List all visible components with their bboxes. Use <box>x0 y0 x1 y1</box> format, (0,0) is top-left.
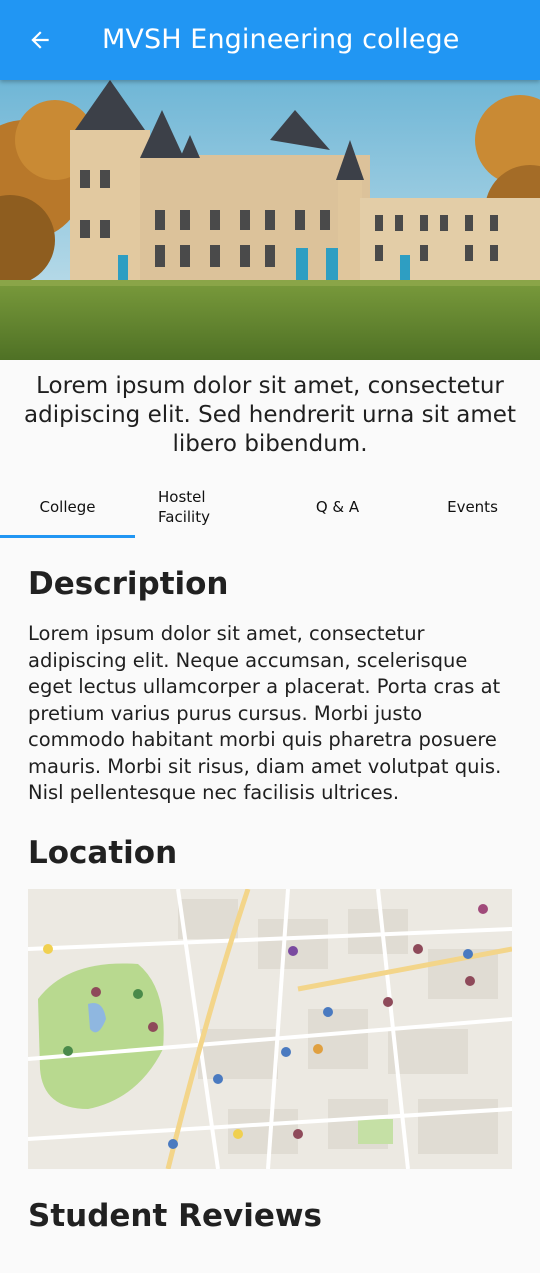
location-map[interactable] <box>28 889 512 1169</box>
description-heading: Description <box>28 566 229 602</box>
back-button[interactable] <box>18 18 62 62</box>
description-text: Lorem ipsum dolor sit amet, consectetur … <box>28 622 502 804</box>
location-heading: Location <box>28 835 178 871</box>
tab-hostel-facility[interactable]: Hostel Facility <box>135 476 270 538</box>
tab-label: Q & A <box>315 498 360 516</box>
tab-label: College <box>39 498 96 516</box>
tab-college[interactable]: College <box>0 476 135 538</box>
student-reviews-heading: Student Reviews <box>28 1198 322 1234</box>
selected-tab-indicator <box>0 535 135 538</box>
college-tagline: Lorem ipsum dolor sit amet, consectetur … <box>24 373 516 457</box>
tab-events[interactable]: Events <box>405 476 540 538</box>
college-image <box>0 80 540 360</box>
app-bar: MVSH Engineering college <box>0 0 540 80</box>
tab-label: Events <box>447 498 498 516</box>
tab-bar: College Hostel Facility Q & A Events <box>0 476 540 538</box>
page-title: MVSH Engineering college <box>102 24 460 55</box>
tab-q-and-a[interactable]: Q & A <box>270 476 405 538</box>
tab-label: Hostel Facility <box>158 488 210 526</box>
arrow-left-icon <box>31 31 49 49</box>
